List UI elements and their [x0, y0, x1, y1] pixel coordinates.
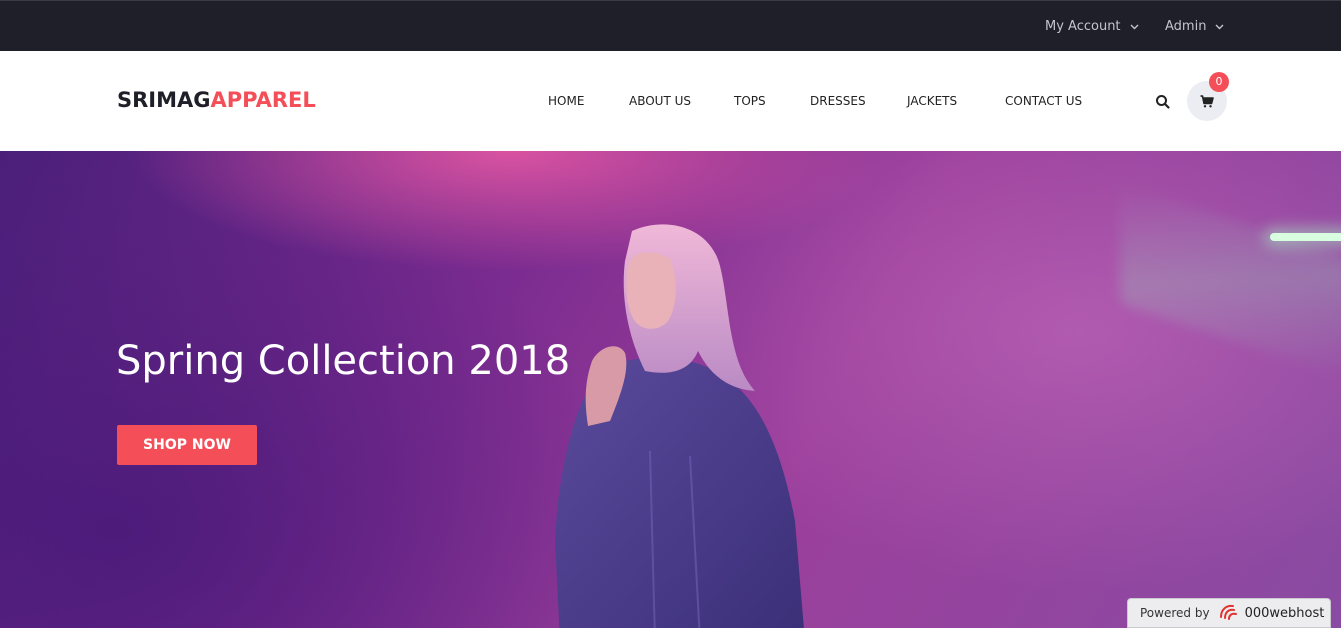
nav-home[interactable]: HOME	[548, 93, 584, 109]
site-header: SRIMAGAPPAREL HOME ABOUT US TOPS DRESSES…	[0, 51, 1341, 151]
webhost-logo-icon	[1218, 603, 1240, 624]
nav-about-us[interactable]: ABOUT US	[629, 93, 691, 109]
nav-tops[interactable]: TOPS	[734, 93, 766, 109]
nav-dresses[interactable]: DRESSES	[810, 93, 866, 109]
my-account-label: My Account	[1045, 18, 1121, 34]
site-logo[interactable]: SRIMAGAPPAREL	[117, 86, 316, 114]
hero-light-beam	[1120, 183, 1341, 379]
powered-by-badge[interactable]: Powered by 000webhost	[1127, 598, 1331, 628]
chevron-down-icon	[1215, 19, 1224, 34]
hero-neon-light	[1270, 233, 1341, 241]
admin-label: Admin	[1165, 18, 1207, 34]
search-icon[interactable]	[1154, 93, 1172, 111]
nav-contact-us[interactable]: CONTACT US	[1005, 93, 1082, 109]
logo-text-dark: SRIMAG	[117, 88, 211, 112]
hero-banner: Spring Collection 2018 SHOP NOW	[0, 151, 1341, 628]
top-bar: My Account Admin	[0, 0, 1341, 51]
admin-menu[interactable]: Admin	[1165, 1, 1224, 51]
shop-now-button[interactable]: SHOP NOW	[117, 425, 257, 465]
nav-jackets[interactable]: JACKETS	[907, 93, 957, 109]
cart-count-badge: 0	[1209, 72, 1229, 92]
chevron-down-icon	[1130, 19, 1139, 34]
cart-icon	[1200, 95, 1214, 108]
powered-by-label: Powered by	[1140, 606, 1210, 620]
hero-model-image	[555, 224, 804, 628]
webhost-brand-name: 000webhost	[1244, 605, 1325, 621]
logo-text-accent: APPAREL	[210, 88, 316, 112]
my-account-menu[interactable]: My Account	[1045, 1, 1139, 51]
hero-title: Spring Collection 2018	[116, 338, 571, 384]
